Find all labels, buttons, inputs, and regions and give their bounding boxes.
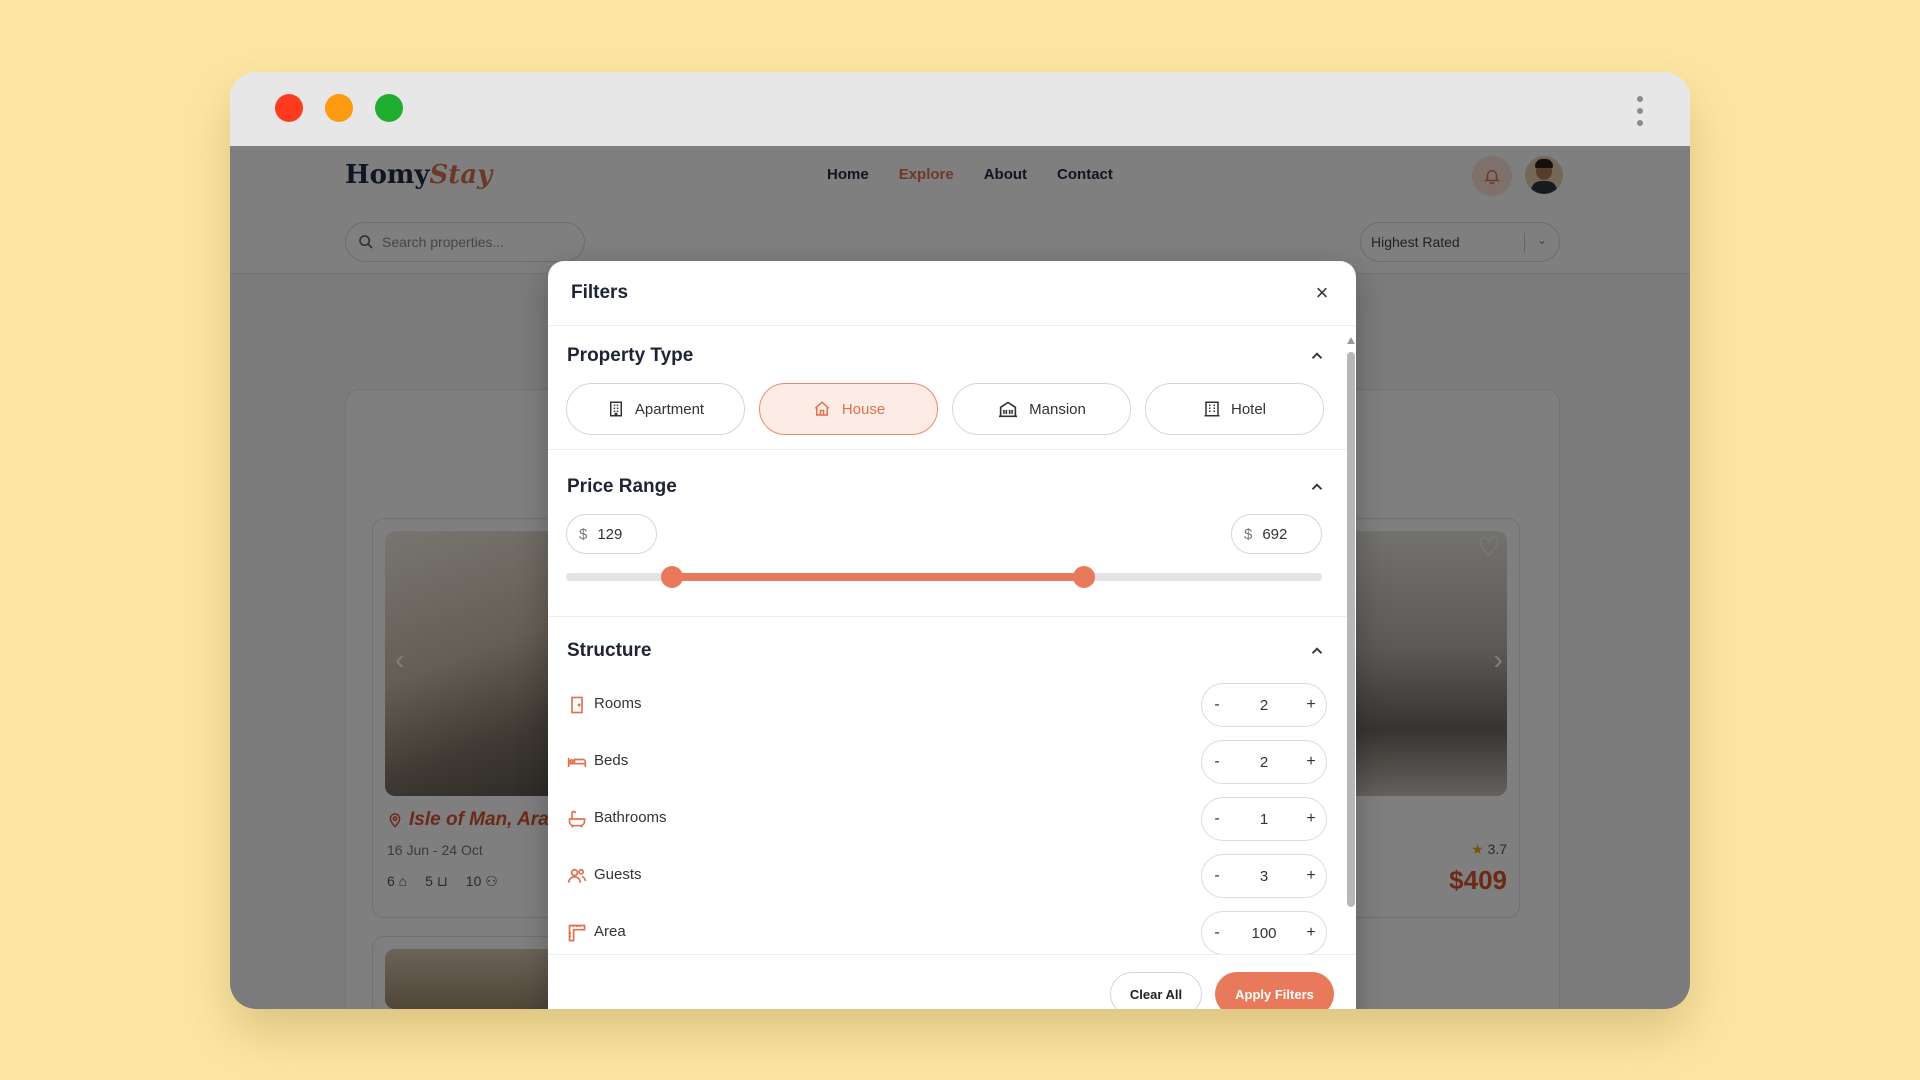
chevron-up-icon[interactable] — [1308, 478, 1326, 496]
price-slider[interactable] — [566, 566, 1322, 588]
increment-button[interactable]: + — [1296, 753, 1326, 771]
structure-row-bathrooms: Bathrooms - 1 + — [567, 797, 1327, 843]
structure-label: Rooms — [594, 695, 642, 712]
rooms-stepper: - 2 + — [1201, 683, 1327, 727]
stepper-value[interactable]: 2 — [1232, 754, 1296, 771]
structure-row-area: Area - 100 + — [567, 911, 1327, 954]
structure-row-guests: Guests - 3 + — [567, 854, 1327, 900]
scroll-up-arrow-icon[interactable] — [1347, 337, 1355, 344]
decrement-button[interactable]: - — [1202, 696, 1232, 714]
min-price-handle[interactable] — [660, 566, 683, 588]
modal-header: Filters × — [548, 261, 1356, 326]
page-viewport: HomyStay Home Explore About Contact Sear… — [230, 146, 1690, 1009]
close-window-button[interactable] — [275, 94, 303, 122]
bed-icon — [567, 757, 587, 767]
browser-window: HomyStay Home Explore About Contact Sear… — [230, 72, 1690, 1009]
area-stepper: - 100 + — [1201, 911, 1327, 954]
property-type-house[interactable]: House — [759, 383, 938, 435]
structure-row-rooms: Rooms - 2 + — [567, 683, 1327, 729]
max-price-handle[interactable] — [1072, 566, 1095, 588]
chevron-up-icon[interactable] — [1308, 642, 1326, 660]
chevron-up-icon[interactable] — [1308, 347, 1326, 365]
decrement-button[interactable]: - — [1202, 810, 1232, 828]
house-icon — [814, 401, 830, 416]
guests-icon — [567, 868, 587, 883]
stepper-value[interactable]: 100 — [1232, 925, 1296, 942]
structure-label: Guests — [594, 866, 642, 883]
kebab-menu-icon[interactable] — [1636, 96, 1644, 126]
beds-stepper: - 2 + — [1201, 740, 1327, 784]
max-price-input[interactable]: $ 692 — [1231, 514, 1322, 554]
currency-symbol: $ — [1244, 525, 1253, 543]
min-price-input[interactable]: $ 129 — [566, 514, 657, 554]
structure-label: Area — [594, 923, 626, 940]
decrement-button[interactable]: - — [1202, 867, 1232, 885]
price-range-section: Price Range $ 129 $ 692 — [548, 450, 1346, 588]
modal-body: Property Type Apartment House Mansion Ho… — [548, 327, 1346, 954]
hotel-icon — [1204, 401, 1220, 417]
price-range-title: Price Range — [567, 476, 677, 497]
modal-footer: Clear All Apply Filters — [548, 954, 1356, 1009]
clear-all-button[interactable]: Clear All — [1110, 972, 1202, 1009]
increment-button[interactable]: + — [1296, 696, 1326, 714]
structure-label: Beds — [594, 752, 629, 769]
property-type-mansion[interactable]: Mansion — [952, 383, 1131, 435]
structure-title: Structure — [567, 640, 652, 661]
stepper-value[interactable]: 2 — [1232, 697, 1296, 714]
stepper-value[interactable]: 1 — [1232, 811, 1296, 828]
apply-filters-button[interactable]: Apply Filters — [1215, 972, 1334, 1009]
price-slider-fill — [671, 573, 1084, 581]
mansion-icon — [999, 401, 1018, 418]
maximize-window-button[interactable] — [375, 94, 403, 122]
close-icon[interactable]: × — [1310, 281, 1334, 305]
apartment-icon — [609, 401, 622, 417]
property-type-hotel[interactable]: Hotel — [1145, 383, 1324, 435]
min-price-value: 129 — [597, 525, 623, 543]
increment-button[interactable]: + — [1296, 924, 1326, 942]
modal-title: Filters — [571, 282, 629, 303]
structure-row-beds: Beds - 2 + — [567, 740, 1327, 786]
max-price-value: 692 — [1262, 525, 1288, 543]
currency-symbol: $ — [579, 525, 588, 543]
property-type-apartment[interactable]: Apartment — [566, 383, 745, 435]
title-bar — [230, 72, 1690, 146]
increment-button[interactable]: + — [1296, 810, 1326, 828]
modal-scrollbar[interactable] — [1346, 337, 1356, 947]
decrement-button[interactable]: - — [1202, 753, 1232, 771]
minimize-window-button[interactable] — [325, 94, 353, 122]
property-type-section: Property Type Apartment House Mansion Ho… — [548, 327, 1346, 437]
bathrooms-stepper: - 1 + — [1201, 797, 1327, 841]
bathtub-icon — [568, 810, 586, 828]
structure-section: Structure Rooms - 2 + Beds - 2 + Bathroo… — [548, 617, 1346, 954]
guests-stepper: - 3 + — [1201, 854, 1327, 898]
structure-label: Bathrooms — [594, 809, 667, 826]
area-icon — [568, 924, 586, 942]
stepper-value[interactable]: 3 — [1232, 868, 1296, 885]
property-type-title: Property Type — [567, 345, 694, 366]
filters-modal: Filters × Property Type Apartment House … — [548, 261, 1356, 1009]
decrement-button[interactable]: - — [1202, 924, 1232, 942]
increment-button[interactable]: + — [1296, 867, 1326, 885]
door-icon — [571, 696, 583, 714]
scrollbar-thumb[interactable] — [1347, 352, 1355, 907]
